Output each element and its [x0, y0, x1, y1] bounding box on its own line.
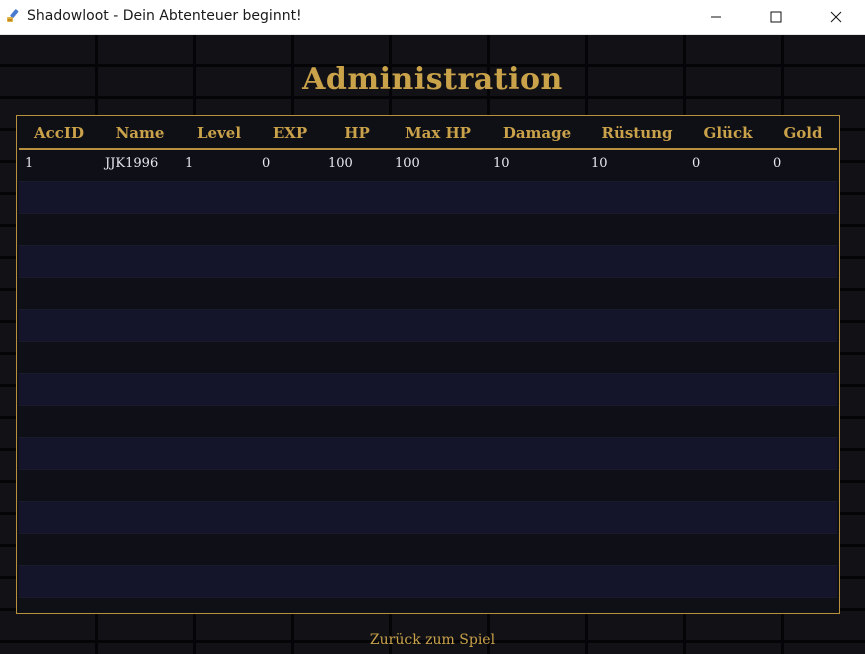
header-name: Name — [115, 124, 165, 142]
table-body: 1 JJK1996 1 0 100 100 10 10 0 0 — [19, 150, 837, 598]
header-hp: HP — [344, 124, 370, 142]
header-ruestung: Rüstung — [601, 124, 673, 142]
table-header: AccID Name Level EXP HP Max HP Damage Rü… — [19, 120, 837, 150]
cell-glueck: 0 — [692, 156, 701, 171]
header-glueck: Glück — [703, 124, 753, 142]
cell-level: 1 — [185, 156, 194, 171]
admin-table-panel: AccID Name Level EXP HP Max HP Damage Rü… — [16, 115, 840, 614]
table-row[interactable] — [19, 182, 837, 214]
header-damage: Damage — [502, 124, 572, 142]
header-max-hp: Max HP — [405, 124, 471, 142]
brush-icon — [7, 9, 19, 22]
minimize-icon — [711, 16, 721, 18]
cell-accid: 1 — [25, 156, 34, 171]
maximize-button[interactable] — [746, 0, 806, 34]
table-row[interactable] — [19, 566, 837, 598]
maximize-icon — [770, 11, 782, 23]
table-row[interactable] — [19, 470, 837, 502]
window-title: Shadowloot - Dein Abtenteuer beginnt! — [27, 8, 302, 24]
header-accid: AccID — [34, 124, 84, 142]
window-titlebar: Shadowloot - Dein Abtenteuer beginnt! — [0, 0, 865, 35]
cell-max-hp: 100 — [395, 156, 420, 171]
cell-hp: 100 — [328, 156, 353, 171]
page-title: Administration — [302, 62, 563, 97]
table-row[interactable] — [19, 406, 837, 438]
minimize-button[interactable] — [686, 0, 746, 34]
table-row[interactable] — [19, 278, 837, 310]
cell-exp: 0 — [262, 156, 271, 171]
cell-damage: 10 — [493, 156, 510, 171]
table-row[interactable] — [19, 534, 837, 566]
table-row[interactable] — [19, 310, 837, 342]
table-row[interactable]: 1 JJK1996 1 0 100 100 10 10 0 0 — [19, 150, 837, 182]
header-level: Level — [196, 124, 242, 142]
close-icon — [830, 11, 842, 23]
table-row[interactable] — [19, 246, 837, 278]
cell-gold: 0 — [773, 156, 782, 171]
table-row[interactable] — [19, 214, 837, 246]
table-row[interactable] — [19, 502, 837, 534]
table-row[interactable] — [19, 374, 837, 406]
cell-name: JJK1996 — [105, 156, 159, 171]
back-to-game-link[interactable]: Zurück zum Spiel — [0, 632, 865, 648]
close-button[interactable] — [806, 0, 865, 34]
header-gold: Gold — [783, 124, 823, 142]
table-row[interactable] — [19, 438, 837, 470]
header-exp: EXP — [272, 124, 308, 142]
cell-ruestung: 10 — [591, 156, 608, 171]
table-row[interactable] — [19, 342, 837, 374]
